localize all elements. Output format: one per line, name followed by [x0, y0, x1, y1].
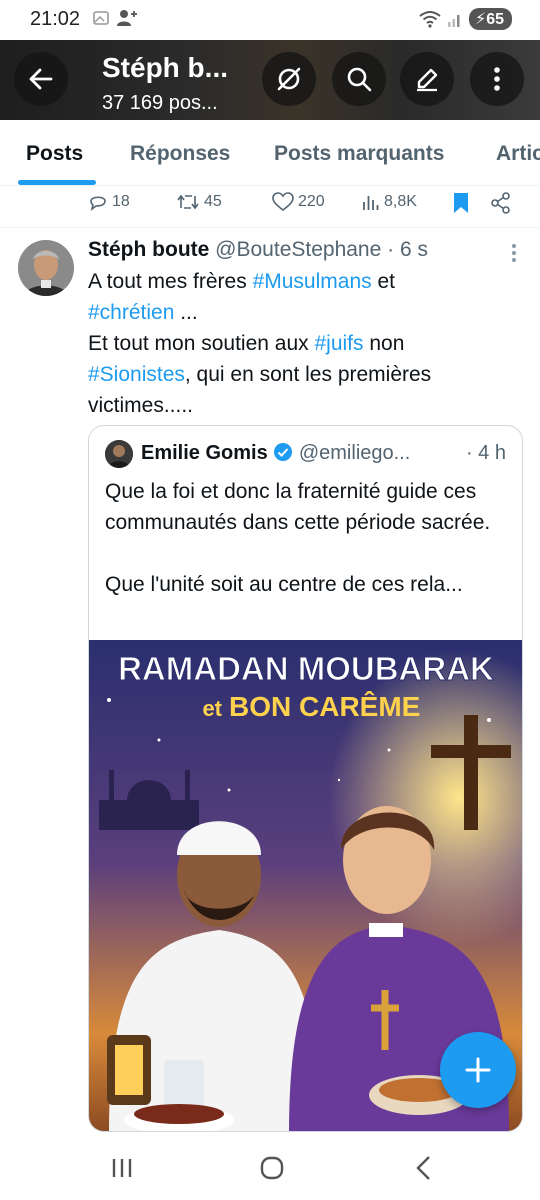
heart-icon — [272, 192, 294, 212]
quote-author-avatar — [105, 440, 133, 468]
home-icon — [260, 1156, 284, 1180]
post-text-span: non — [363, 332, 405, 355]
signal-icon — [447, 15, 460, 27]
post-text-span: Et tout mon soutien aux — [88, 332, 315, 355]
chevron-left-icon — [416, 1156, 430, 1180]
contact-add-icon — [117, 10, 137, 26]
post-header: Stéph boute @BouteStephane · 6 s — [88, 238, 428, 262]
share-icon — [491, 192, 510, 214]
edit-button[interactable] — [400, 52, 454, 106]
repost-count: 45 — [204, 193, 222, 210]
quote-text: Que la foi et donc la fraternité guide c… — [105, 476, 515, 600]
recent-apps-button[interactable] — [102, 1152, 142, 1184]
post-text-span: ... — [174, 301, 198, 324]
avatar-portrait — [18, 240, 74, 296]
verified-badge-icon — [274, 443, 293, 461]
hashtag-sionistes[interactable]: #Sionistes — [88, 363, 185, 386]
quoted-post[interactable]: Emilie Gomis @emiliego... · 4 h Que la f… — [88, 425, 523, 1132]
post-author-handle[interactable]: @BouteStephane — [215, 238, 381, 261]
battery-level: 65 — [486, 11, 504, 28]
quote-text-line-2: Que l'unité soit au centre de ces rela..… — [105, 573, 463, 596]
status-notification-icons — [92, 9, 140, 27]
profile-tabs: Posts Réponses Posts marquants Artic — [0, 120, 540, 186]
compose-button[interactable] — [440, 1032, 516, 1108]
quote-text-line-1: Que la foi et donc la fraternité guide c… — [105, 480, 491, 534]
post-line-2: Et tout mon soutien aux #juifs non #Sion… — [88, 328, 528, 421]
repost-icon — [177, 194, 199, 210]
post-text: A tout mes frères #Musulmans et #chrétie… — [88, 266, 528, 421]
more-vertical-icon — [494, 67, 500, 91]
grok-button[interactable] — [262, 52, 316, 106]
more-options-button[interactable] — [470, 52, 524, 106]
system-back-button[interactable] — [404, 1152, 444, 1184]
analytics-icon — [363, 196, 379, 210]
repost-button[interactable]: 45 — [176, 192, 222, 212]
previous-post-actions: 18 45 220 8,8K — [0, 186, 540, 228]
system-navigation-bar — [0, 1134, 540, 1200]
status-time: 21:02 — [30, 8, 81, 30]
post-author-avatar[interactable] — [18, 240, 74, 296]
reply-icon — [90, 196, 106, 211]
quote-author-handle: @emiliego... — [298, 442, 411, 464]
quote-header: Emilie Gomis @emiliego... — [141, 442, 511, 465]
arrow-left-icon — [29, 68, 53, 90]
quote-time: · 4 h — [465, 442, 506, 464]
battery-bolt-icon: ⚡ — [474, 11, 487, 28]
notification-image-icon — [93, 11, 109, 25]
post-text-span: A tout mes frères — [88, 270, 253, 293]
quote-avatar-portrait — [105, 440, 133, 468]
quote-author-name: Emilie Gomis — [141, 442, 268, 464]
bookmark-icon — [454, 193, 468, 213]
tab-articles[interactable]: Artic — [496, 142, 540, 166]
bookmark-button[interactable] — [452, 192, 470, 214]
like-button[interactable]: 220 — [272, 192, 325, 212]
battery-indicator: ⚡65 — [468, 8, 512, 30]
hashtag-juifs[interactable]: #juifs — [314, 332, 363, 355]
image-title-2-prefix: et — [202, 696, 222, 721]
reply-button[interactable]: 18 — [88, 192, 130, 212]
views-button[interactable]: 8,8K — [362, 192, 417, 212]
profile-header: Stéph b... 37 169 pos... — [0, 40, 540, 120]
post-author-name[interactable]: Stéph boute — [88, 238, 209, 261]
like-count: 220 — [298, 193, 325, 210]
active-tab-indicator — [18, 180, 96, 185]
tab-replies[interactable]: Réponses — [130, 142, 230, 166]
grok-icon — [277, 67, 301, 91]
status-bar: 21:02 ⚡65 — [0, 0, 540, 40]
hashtag-chretien[interactable]: #chrétien — [88, 301, 174, 324]
profile-name: Stéph b... — [102, 52, 228, 83]
search-button[interactable] — [332, 52, 386, 106]
post-text-span: et — [371, 270, 395, 293]
quote-text-spacer — [105, 538, 515, 569]
wifi-icon — [419, 11, 441, 28]
post-count: 37 169 pos... — [102, 92, 218, 114]
recent-apps-icon — [112, 1159, 132, 1177]
tab-highlights[interactable]: Posts marquants — [274, 142, 444, 166]
view-count: 8,8K — [384, 193, 417, 210]
image-title-2: BON CARÊME — [229, 691, 420, 722]
more-vertical-icon — [512, 244, 516, 262]
post-line-1: A tout mes frères #Musulmans et #chrétie… — [88, 266, 528, 328]
hashtag-musulmans[interactable]: #Musulmans — [253, 270, 372, 293]
reply-count: 18 — [112, 193, 130, 210]
post-more-button[interactable] — [510, 242, 518, 269]
post-time: · 6 s — [387, 238, 428, 261]
image-title-1: RAMADAN MOUBARAK — [118, 650, 494, 687]
share-button[interactable] — [490, 192, 512, 214]
back-button[interactable] — [14, 52, 68, 106]
tab-posts[interactable]: Posts — [26, 142, 83, 166]
pencil-icon — [417, 68, 438, 92]
plus-icon — [465, 1057, 491, 1083]
search-icon — [347, 67, 372, 92]
home-button[interactable] — [252, 1152, 292, 1184]
